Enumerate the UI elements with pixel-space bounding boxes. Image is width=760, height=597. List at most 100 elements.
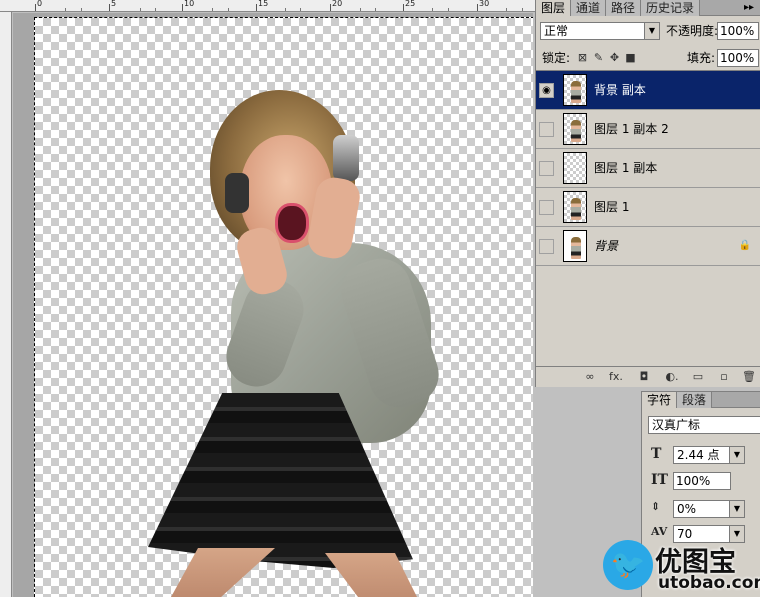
mask-icon[interactable]: ◘ — [636, 370, 652, 384]
font-size-icon: T — [651, 446, 662, 462]
link-icon[interactable]: ∞ — [582, 370, 598, 384]
visibility-toggle[interactable] — [539, 161, 554, 176]
ruler-tick — [300, 8, 301, 11]
lock-label: 锁定: — [542, 51, 571, 65]
chevron-down-icon[interactable]: ▼ — [644, 23, 659, 39]
visibility-toggle[interactable] — [539, 122, 554, 137]
ruler-label: 20 — [332, 0, 343, 8]
ruler-label: 5 — [111, 0, 117, 8]
ruler-tick — [285, 8, 286, 11]
trash-icon[interactable]: 🗑 — [741, 370, 757, 384]
ruler-label: 15 — [258, 0, 269, 8]
layer-thumbnail — [563, 113, 587, 145]
subject-mouth — [275, 203, 309, 243]
visibility-toggle[interactable] — [539, 200, 554, 215]
lock-image-icon[interactable]: ✎ — [592, 51, 605, 64]
ruler-tick — [522, 8, 523, 11]
chevron-down-icon[interactable]: ▼ — [729, 501, 744, 517]
ruler-tick — [506, 8, 507, 11]
ruler-tick — [35, 4, 36, 11]
visibility-toggle[interactable] — [539, 239, 554, 254]
opacity-label: 不透明度: — [666, 24, 719, 38]
headphone-right — [333, 135, 359, 181]
tracking-ratio-icon: ⇕ — [651, 500, 661, 513]
layer-name: 背景 — [594, 239, 619, 253]
ruler-tick — [448, 8, 449, 11]
subject-leg-left — [165, 548, 275, 597]
fx-icon[interactable]: fx. — [608, 370, 624, 384]
layer-name: 图层 1 副本 — [594, 161, 658, 175]
ruler-tick — [256, 4, 257, 11]
tracking-icon: AV — [651, 525, 668, 538]
lock-transparency-icon[interactable]: ⊠ — [576, 51, 589, 64]
layers-panel: 图层 通道 路径 历史记录 ▸▸ 正常 ▼ 不透明度: 100% 锁定: ⊠ ✎… — [535, 0, 760, 387]
ruler-tick — [375, 8, 376, 11]
ruler-tick — [65, 8, 66, 11]
character-tabbar: 字符 段落 — [642, 392, 760, 408]
tab-history[interactable]: 历史记录 — [641, 0, 701, 16]
layer-row[interactable]: 背景 🔒 — [536, 227, 760, 266]
ruler-label: 25 — [405, 0, 416, 8]
ruler-tick — [477, 4, 478, 11]
layers-tabbar: 图层 通道 路径 历史记录 ▸▸ — [536, 0, 760, 16]
ruler-tick — [81, 8, 82, 11]
ruler-label: 10 — [184, 0, 195, 8]
horizontal-ruler[interactable]: 0 5 10 15 20 25 30 — [0, 0, 535, 12]
folder-icon[interactable]: ▭ — [690, 370, 706, 384]
tab-paragraph[interactable]: 段落 — [677, 392, 713, 408]
ruler-tick — [330, 4, 331, 11]
layer-row[interactable]: 图层 1 — [536, 188, 760, 227]
ruler-tick — [228, 8, 229, 11]
lock-position-icon[interactable]: ✥ — [608, 51, 621, 64]
tab-character[interactable]: 字符 — [642, 392, 678, 408]
ruler-tick — [155, 8, 156, 11]
blend-mode-select[interactable]: 正常 ▼ — [540, 22, 660, 40]
layer-thumbnail — [563, 74, 587, 106]
ruler-label: 0 — [37, 0, 43, 8]
tab-paths[interactable]: 路径 — [606, 0, 642, 16]
layer-name: 背景 副本 — [594, 83, 646, 97]
tab-layers[interactable]: 图层 — [536, 0, 572, 16]
vertical-ruler[interactable] — [0, 12, 12, 597]
tracking-ratio-value: 0% — [677, 502, 697, 516]
document-canvas[interactable] — [13, 13, 533, 597]
adjustment-icon[interactable]: ◐. — [664, 370, 680, 384]
lock-icon: 🔒 — [738, 240, 751, 251]
layer-row[interactable]: 图层 1 副本 2 — [536, 110, 760, 149]
font-size-value: 2.44 点 — [677, 448, 720, 462]
ruler-tick — [403, 4, 404, 11]
lock-all-icon[interactable]: ■ — [624, 51, 637, 64]
vertical-scale-field[interactable]: 100% — [673, 472, 731, 490]
chevron-down-icon[interactable]: ▼ — [729, 447, 744, 463]
font-family-select[interactable]: 汉真广标 — [648, 416, 760, 434]
new-layer-icon[interactable]: ▫ — [716, 370, 732, 384]
font-size-select[interactable]: 2.44 点 ▼ — [673, 446, 745, 464]
layer-thumbnail — [563, 230, 587, 262]
panel-menu-icon[interactable]: ▸▸ — [738, 0, 760, 15]
blend-mode-value: 正常 — [544, 24, 569, 38]
ruler-tick — [432, 8, 433, 11]
tab-channels[interactable]: 通道 — [571, 0, 607, 16]
headphone-left — [225, 173, 249, 213]
watermark: 🐦 优图宝 utobao.com — [603, 540, 760, 597]
tracking-ratio-select[interactable]: 0% ▼ — [673, 500, 745, 518]
eye-icon[interactable]: ◉ — [539, 83, 554, 98]
ruler-tick — [360, 8, 361, 11]
lock-options: ⊠ ✎ ✥ ■ — [576, 51, 637, 64]
watermark-url: utobao.com — [658, 573, 760, 593]
ruler-tick — [182, 4, 183, 11]
layer-row[interactable]: ◉ 背景 副本 — [536, 71, 760, 110]
ruler-tick — [140, 8, 141, 11]
layer-thumbnail — [563, 152, 587, 184]
fill-field[interactable]: 100% — [717, 49, 759, 67]
opacity-field[interactable]: 100% — [717, 22, 759, 40]
bird-logo-icon: 🐦 — [603, 540, 653, 590]
layer-row[interactable]: 图层 1 副本 — [536, 149, 760, 188]
layer-thumbnail — [563, 191, 587, 223]
layer-name: 图层 1 — [594, 200, 630, 214]
vertical-scale-icon: IT — [651, 472, 668, 488]
tracking-value: 70 — [677, 527, 693, 541]
transparent-document[interactable] — [34, 17, 533, 597]
ruler-label: 30 — [479, 0, 490, 8]
ruler-tick — [109, 4, 110, 11]
